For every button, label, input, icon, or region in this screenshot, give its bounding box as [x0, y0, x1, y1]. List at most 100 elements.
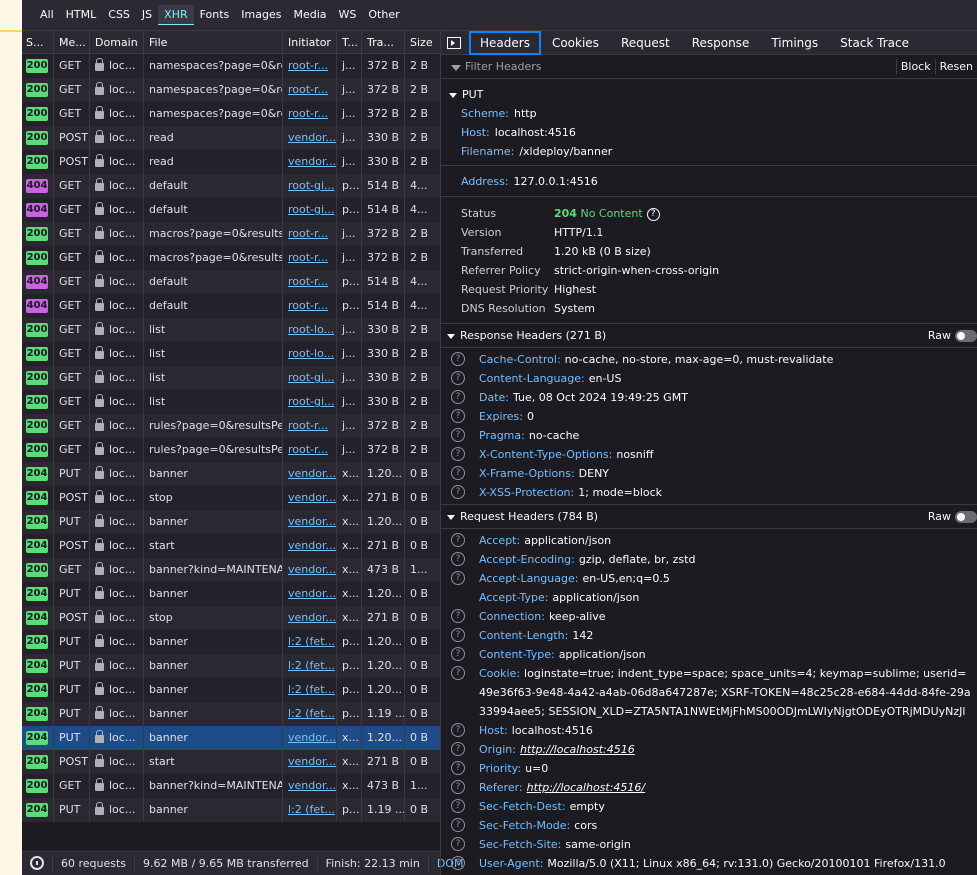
raw-switch[interactable]: [955, 511, 977, 523]
table-row[interactable]: 200 GET loc... banner?kind=MAINTENANCE vendo…: [22, 774, 440, 798]
table-row[interactable]: 204 PUT loc... banner vendor... x... 1.20... 0 …: [22, 462, 440, 486]
help-icon[interactable]: ?: [451, 571, 465, 585]
table-row[interactable]: 200 GET loc... rules?page=0&resultsPerPage r…: [22, 438, 440, 462]
table-row[interactable]: 204 PUT loc... banner l:2 (fet... p... 1.20...…: [22, 654, 440, 678]
request-raw-toggle[interactable]: Raw: [928, 505, 977, 529]
table-row[interactable]: 404 GET loc... default root-r... p... 514 B 4..…: [22, 294, 440, 318]
initiator-link[interactable]: vendor...: [288, 539, 336, 552]
initiator-link[interactable]: root-lo...: [288, 347, 334, 360]
help-icon[interactable]: ?: [451, 552, 465, 566]
header-value[interactable]: http://localhost:4516/: [527, 781, 645, 794]
initiator-link[interactable]: vendor...: [288, 611, 336, 624]
help-icon[interactable]: ?: [451, 390, 465, 404]
table-row[interactable]: 204 POST loc... start vendor... x... 271 B 0 B: [22, 534, 440, 558]
initiator-link[interactable]: vendor...: [288, 155, 336, 168]
column-header[interactable]: T...: [337, 31, 362, 53]
table-row[interactable]: 200 GET loc... namespaces?page=0&resultsPer…: [22, 78, 440, 102]
tab-request[interactable]: Request: [610, 31, 681, 55]
table-row[interactable]: 200 GET loc... rules?page=0&resultsPerPage r…: [22, 414, 440, 438]
table-row[interactable]: 204 POST loc... start vendor... x... 271 B 0 B: [22, 750, 440, 774]
help-icon[interactable]: ?: [451, 761, 465, 775]
filter-tab-xhr[interactable]: XHR: [158, 5, 194, 25]
table-row[interactable]: 204 POST loc... stop vendor... x... 271 B 0 B: [22, 486, 440, 510]
table-row[interactable]: 204 PUT loc... banner vendor... x... 1.20... 0 …: [22, 582, 440, 606]
tab-stack-trace[interactable]: Stack Trace: [829, 31, 920, 55]
table-row[interactable]: 200 GET loc... macros?page=0&resultsPerPage…: [22, 222, 440, 246]
filter-tab-fonts[interactable]: Fonts: [194, 5, 236, 25]
tab-headers[interactable]: Headers: [469, 31, 541, 55]
table-row[interactable]: 200 GET loc... list root-lo... j... 330 B 2 B: [22, 342, 440, 366]
summary-toggle[interactable]: PUT: [441, 85, 977, 104]
initiator-link[interactable]: vendor...: [288, 467, 336, 480]
initiator-link[interactable]: root-lo...: [288, 323, 334, 336]
response-headers-toggle[interactable]: Response Headers (271 B) Raw: [441, 324, 977, 348]
help-icon[interactable]: ?: [451, 533, 465, 547]
column-header[interactable]: Size: [405, 31, 440, 53]
column-header[interactable]: Domain: [90, 31, 144, 53]
help-icon[interactable]: ?: [451, 780, 465, 794]
help-icon[interactable]: ?: [451, 818, 465, 832]
filter-headers-input[interactable]: [465, 60, 845, 73]
table-row[interactable]: 200 GET loc... banner?kind=MAINTENANCE vendo…: [22, 558, 440, 582]
table-row[interactable]: 404 GET loc... default root-r... p... 514 B 4..…: [22, 270, 440, 294]
column-header[interactable]: Tra...: [362, 31, 405, 53]
block-button[interactable]: Block: [895, 59, 935, 75]
raw-switch[interactable]: [955, 330, 977, 342]
table-row[interactable]: 204 PUT loc... banner l:2 (fet... p... 1.20...…: [22, 678, 440, 702]
help-icon[interactable]: ?: [451, 742, 465, 756]
table-row[interactable]: 204 PUT loc... banner l:2 (fet... p... 1.19 ..…: [22, 798, 440, 822]
initiator-link[interactable]: root-r...: [288, 419, 328, 432]
initiator-link[interactable]: vendor...: [288, 779, 336, 792]
initiator-link[interactable]: root-gi...: [288, 203, 335, 216]
help-icon[interactable]: ?: [451, 371, 465, 385]
initiator-link[interactable]: root-r...: [288, 107, 328, 120]
table-row[interactable]: 204 PUT loc... banner l:2 (fet... p... 1.20...…: [22, 630, 440, 654]
tab-cookies[interactable]: Cookies: [541, 31, 610, 55]
table-row[interactable]: 204 PUT loc... banner vendor... x... 1.20... 0 …: [22, 726, 440, 750]
filter-tab-html[interactable]: HTML: [60, 5, 103, 25]
help-icon[interactable]: ?: [451, 856, 465, 870]
filter-tab-js[interactable]: JS: [136, 5, 158, 25]
help-icon[interactable]: ?: [451, 628, 465, 642]
header-value[interactable]: http://localhost:4516: [520, 743, 635, 756]
initiator-link[interactable]: l:2 (fet...: [288, 803, 335, 816]
table-row[interactable]: 200 GET loc... namespaces?page=0&resultsPer…: [22, 102, 440, 126]
help-icon[interactable]: ?: [451, 799, 465, 813]
table-row[interactable]: 200 GET loc... namespaces?page=0&resultsPer…: [22, 54, 440, 78]
help-icon[interactable]: ?: [451, 647, 465, 661]
filter-tab-css[interactable]: CSS: [102, 5, 136, 25]
table-row[interactable]: 404 GET loc... default root-gi... p... 514 B 4.…: [22, 174, 440, 198]
initiator-link[interactable]: vendor...: [288, 515, 336, 528]
initiator-link[interactable]: vendor...: [288, 563, 336, 576]
filter-tab-other[interactable]: Other: [362, 5, 405, 25]
table-row[interactable]: 204 PUT loc... banner l:2 (fet... p... 1.19 ..…: [22, 702, 440, 726]
initiator-link[interactable]: l:2 (fet...: [288, 707, 335, 720]
initiator-link[interactable]: root-r...: [288, 443, 328, 456]
help-icon[interactable]: ?: [646, 207, 660, 221]
filter-tab-all[interactable]: All: [34, 5, 60, 25]
help-icon[interactable]: ?: [451, 428, 465, 442]
initiator-link[interactable]: vendor...: [288, 491, 336, 504]
help-icon[interactable]: ?: [451, 485, 465, 499]
resend-button[interactable]: Resen: [934, 59, 977, 75]
table-row[interactable]: 200 GET loc... list root-gi... j... 330 B 2 B: [22, 366, 440, 390]
help-icon[interactable]: ?: [451, 666, 465, 680]
initiator-link[interactable]: vendor...: [288, 755, 336, 768]
initiator-link[interactable]: vendor...: [288, 131, 336, 144]
table-row[interactable]: 200 GET loc... macros?page=0&resultsPerPage…: [22, 246, 440, 270]
initiator-link[interactable]: root-r...: [288, 59, 328, 72]
help-icon[interactable]: ?: [451, 352, 465, 366]
initiator-link[interactable]: root-gi...: [288, 179, 335, 192]
initiator-link[interactable]: vendor...: [288, 731, 336, 744]
column-header[interactable]: File: [144, 31, 283, 53]
request-headers-toggle[interactable]: Request Headers (784 B) Raw: [441, 505, 977, 529]
column-header[interactable]: S...: [22, 31, 54, 53]
help-icon[interactable]: ?: [451, 723, 465, 737]
help-icon[interactable]: ?: [451, 837, 465, 851]
initiator-link[interactable]: vendor...: [288, 587, 336, 600]
table-row[interactable]: 200 GET loc... list root-lo... j... 330 B 2 B: [22, 318, 440, 342]
initiator-link[interactable]: l:2 (fet...: [288, 635, 335, 648]
help-icon[interactable]: ?: [451, 447, 465, 461]
response-raw-toggle[interactable]: Raw: [928, 324, 977, 348]
initiator-link[interactable]: root-r...: [288, 227, 328, 240]
